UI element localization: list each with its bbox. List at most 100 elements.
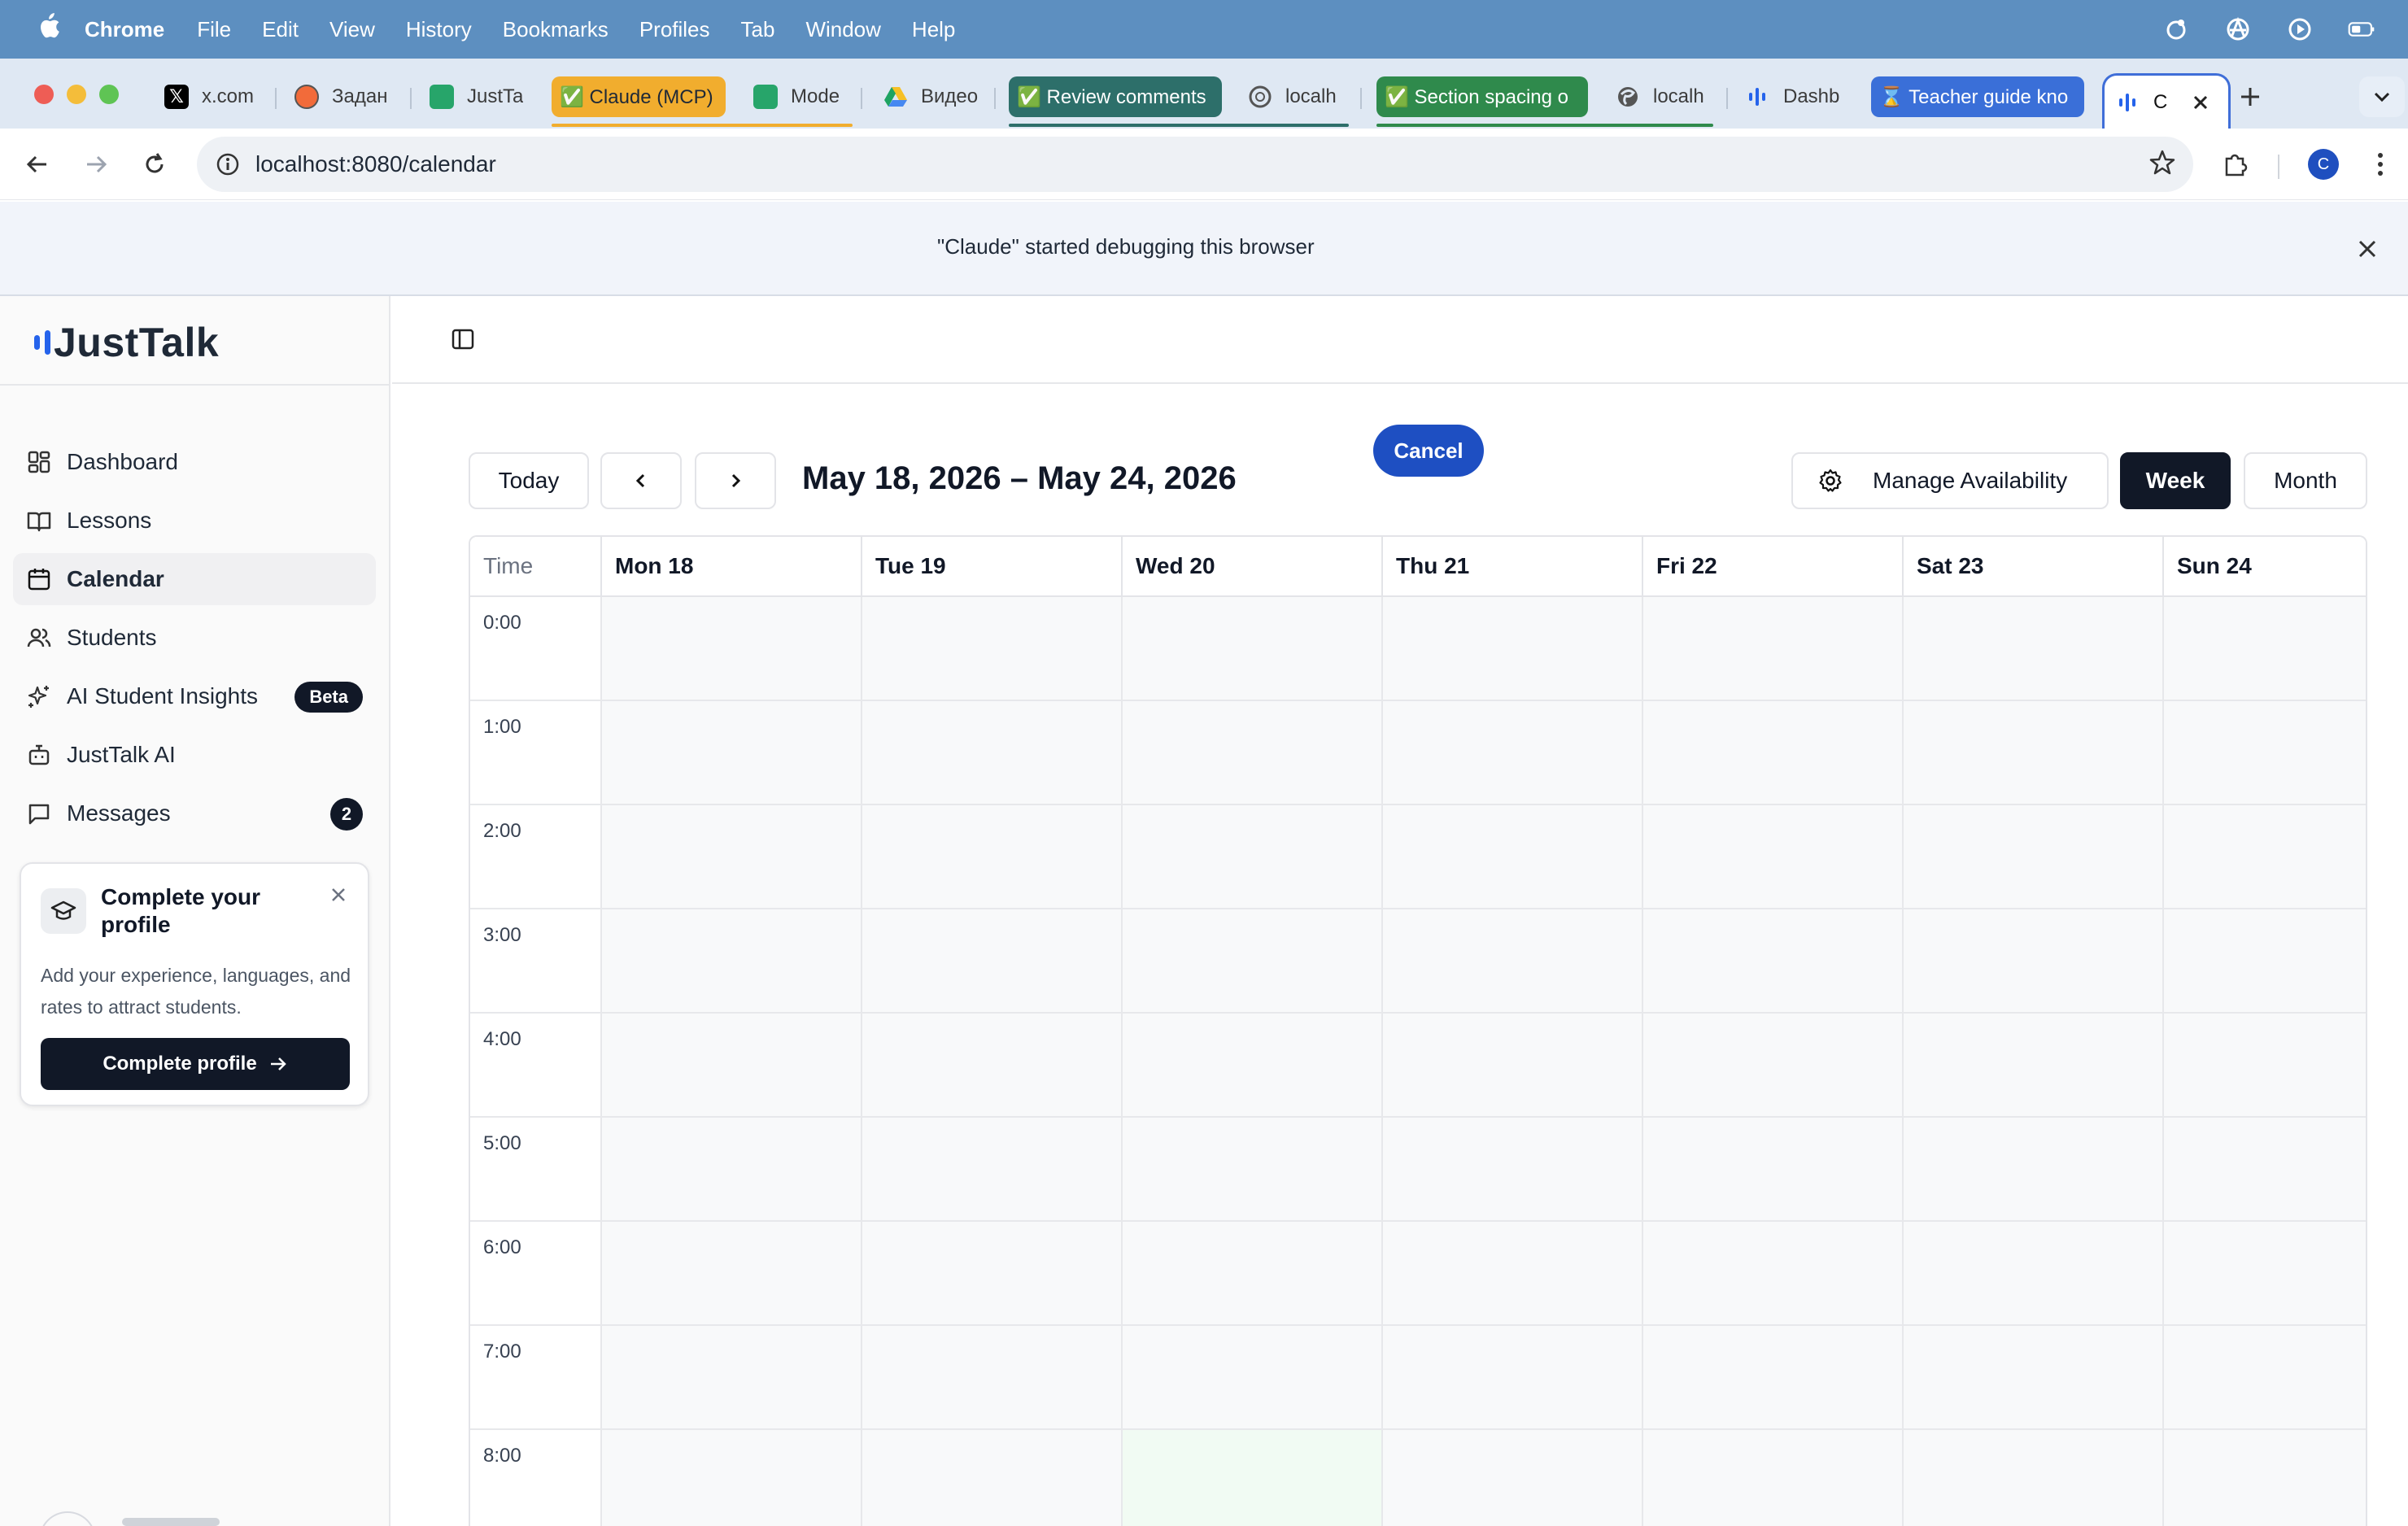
time-slot-cell[interactable]	[1902, 597, 2162, 700]
time-slot-cell[interactable]	[600, 1222, 861, 1324]
tray-app-icon[interactable]	[2162, 15, 2190, 43]
time-slot-cell[interactable]	[1902, 1014, 2162, 1116]
time-slot-cell[interactable]	[1381, 1118, 1642, 1220]
week-view-button[interactable]: Week	[2120, 452, 2231, 509]
menu-tab[interactable]: Tab	[741, 17, 775, 42]
apple-icon[interactable]	[31, 13, 67, 46]
time-slot-cell[interactable]	[861, 1118, 1121, 1220]
time-slot-cell[interactable]	[1902, 1118, 2162, 1220]
new-tab-button[interactable]	[2239, 76, 2271, 117]
justtalk-logo[interactable]: JustTalk	[34, 316, 219, 369]
bookmark-star-icon[interactable]	[2148, 148, 2177, 181]
time-slot-cell[interactable]	[600, 1326, 861, 1428]
user-avatar[interactable]	[39, 1511, 96, 1526]
tab-x[interactable]: 𝕏 x.com	[164, 76, 262, 117]
battery-icon[interactable]	[2348, 15, 2375, 43]
time-slot-cell[interactable]	[1642, 597, 1902, 700]
maximize-window-button[interactable]	[99, 85, 119, 104]
time-slot-cell[interactable]	[1381, 1430, 1642, 1526]
address-bar[interactable]: localhost:8080/calendar	[197, 137, 2193, 192]
time-slot-cell[interactable]	[1642, 1014, 1902, 1116]
menu-view[interactable]: View	[329, 17, 375, 42]
tab-section-spacing[interactable]: ✅ Section spacing o	[1376, 76, 1588, 117]
month-view-button[interactable]: Month	[2244, 452, 2367, 509]
time-slot-cell[interactable]	[1902, 805, 2162, 908]
time-slot-cell[interactable]	[1902, 701, 2162, 804]
time-slot-cell[interactable]	[1381, 805, 1642, 908]
sidebar-item-messages[interactable]: Messages 2	[13, 787, 376, 839]
reload-button[interactable]	[137, 146, 172, 182]
tab-mode[interactable]: Mode	[753, 76, 848, 117]
sidebar-item-lessons[interactable]: Lessons	[13, 495, 376, 547]
time-slot-cell[interactable]	[861, 1430, 1121, 1526]
menu-window[interactable]: Window	[805, 17, 880, 42]
time-slot-cell[interactable]	[1121, 1222, 1381, 1324]
complete-profile-button[interactable]: Complete profile	[41, 1038, 350, 1090]
time-slot-cell[interactable]	[1902, 909, 2162, 1012]
menu-app-name[interactable]: Chrome	[85, 17, 164, 42]
time-slot-cell[interactable]	[1902, 1430, 2162, 1526]
time-slot-cell[interactable]	[2162, 1014, 2366, 1116]
sidebar-toggle-button[interactable]	[446, 322, 480, 356]
time-slot-cell[interactable]	[1121, 1014, 1381, 1116]
previous-week-button[interactable]	[600, 452, 682, 509]
close-tab-icon[interactable]	[2192, 94, 2210, 111]
time-slot-cell[interactable]	[1642, 1430, 1902, 1526]
extensions-button[interactable]	[2218, 146, 2253, 182]
site-info-icon[interactable]	[212, 148, 244, 181]
time-slot-cell[interactable]	[1121, 1430, 1381, 1526]
manage-availability-button[interactable]: Manage Availability	[1791, 452, 2109, 509]
tab-search-button[interactable]	[2359, 76, 2405, 117]
sidebar-item-ai-student-insights[interactable]: AI Student Insights Beta	[13, 670, 376, 722]
time-slot-cell[interactable]	[1381, 1326, 1642, 1428]
time-slot-cell[interactable]	[861, 1014, 1121, 1116]
time-slot-cell[interactable]	[861, 909, 1121, 1012]
time-slot-cell[interactable]	[1642, 1326, 1902, 1428]
today-button[interactable]: Today	[469, 452, 589, 509]
next-week-button[interactable]	[695, 452, 776, 509]
sidebar-item-students[interactable]: Students	[13, 612, 376, 664]
sidebar-item-justtalk-ai[interactable]: JustTalk AI	[13, 729, 376, 781]
tab-localhost-2[interactable]: localh	[1616, 76, 1712, 117]
forward-button[interactable]	[78, 146, 114, 182]
time-slot-cell[interactable]	[1121, 1326, 1381, 1428]
profile-button[interactable]: C	[2305, 146, 2341, 182]
time-slot-cell[interactable]	[861, 597, 1121, 700]
tab-justtalk[interactable]: JustTa	[430, 76, 524, 117]
time-slot-cell[interactable]	[1642, 701, 1902, 804]
url-text[interactable]: localhost:8080/calendar	[255, 151, 496, 177]
time-slot-cell[interactable]	[2162, 805, 2366, 908]
tab-calendar-active[interactable]: C	[2102, 73, 2231, 129]
time-slot-cell[interactable]	[1902, 1222, 2162, 1324]
sidebar-item-calendar[interactable]: Calendar	[13, 553, 376, 605]
time-slot-cell[interactable]	[861, 805, 1121, 908]
play-circle-icon[interactable]	[2286, 15, 2314, 43]
time-slot-cell[interactable]	[600, 1014, 861, 1116]
time-slot-cell[interactable]	[2162, 597, 2366, 700]
tab-localhost-1[interactable]: localh	[1248, 76, 1346, 117]
tab-teacher-guide[interactable]: ⌛ Teacher guide kno	[1871, 76, 2084, 117]
time-slot-cell[interactable]	[2162, 701, 2366, 804]
minimize-window-button[interactable]	[67, 85, 86, 104]
time-slot-cell[interactable]	[1902, 1326, 2162, 1428]
tab-dashboard[interactable]: Dashb	[1746, 76, 1842, 117]
time-slot-cell[interactable]	[1642, 909, 1902, 1012]
time-slot-cell[interactable]	[600, 701, 861, 804]
menu-edit[interactable]: Edit	[262, 17, 299, 42]
time-slot-cell[interactable]	[861, 1326, 1121, 1428]
time-slot-cell[interactable]	[600, 1118, 861, 1220]
time-slot-cell[interactable]	[2162, 1118, 2366, 1220]
time-slot-cell[interactable]	[1381, 597, 1642, 700]
time-slot-cell[interactable]	[2162, 1430, 2366, 1526]
time-slot-cell[interactable]	[2162, 1222, 2366, 1324]
menu-help[interactable]: Help	[912, 17, 955, 42]
close-window-button[interactable]	[34, 85, 54, 104]
time-slot-cell[interactable]	[1121, 909, 1381, 1012]
time-slot-cell[interactable]	[1381, 909, 1642, 1012]
time-slot-cell[interactable]	[1121, 1118, 1381, 1220]
tab-claude-mcp[interactable]: ✅ Claude (MCP)	[552, 76, 726, 117]
chrome-menu-button[interactable]	[2362, 146, 2398, 182]
time-slot-cell[interactable]	[861, 701, 1121, 804]
time-slot-cell[interactable]	[2162, 1326, 2366, 1428]
menu-history[interactable]: History	[406, 17, 472, 42]
